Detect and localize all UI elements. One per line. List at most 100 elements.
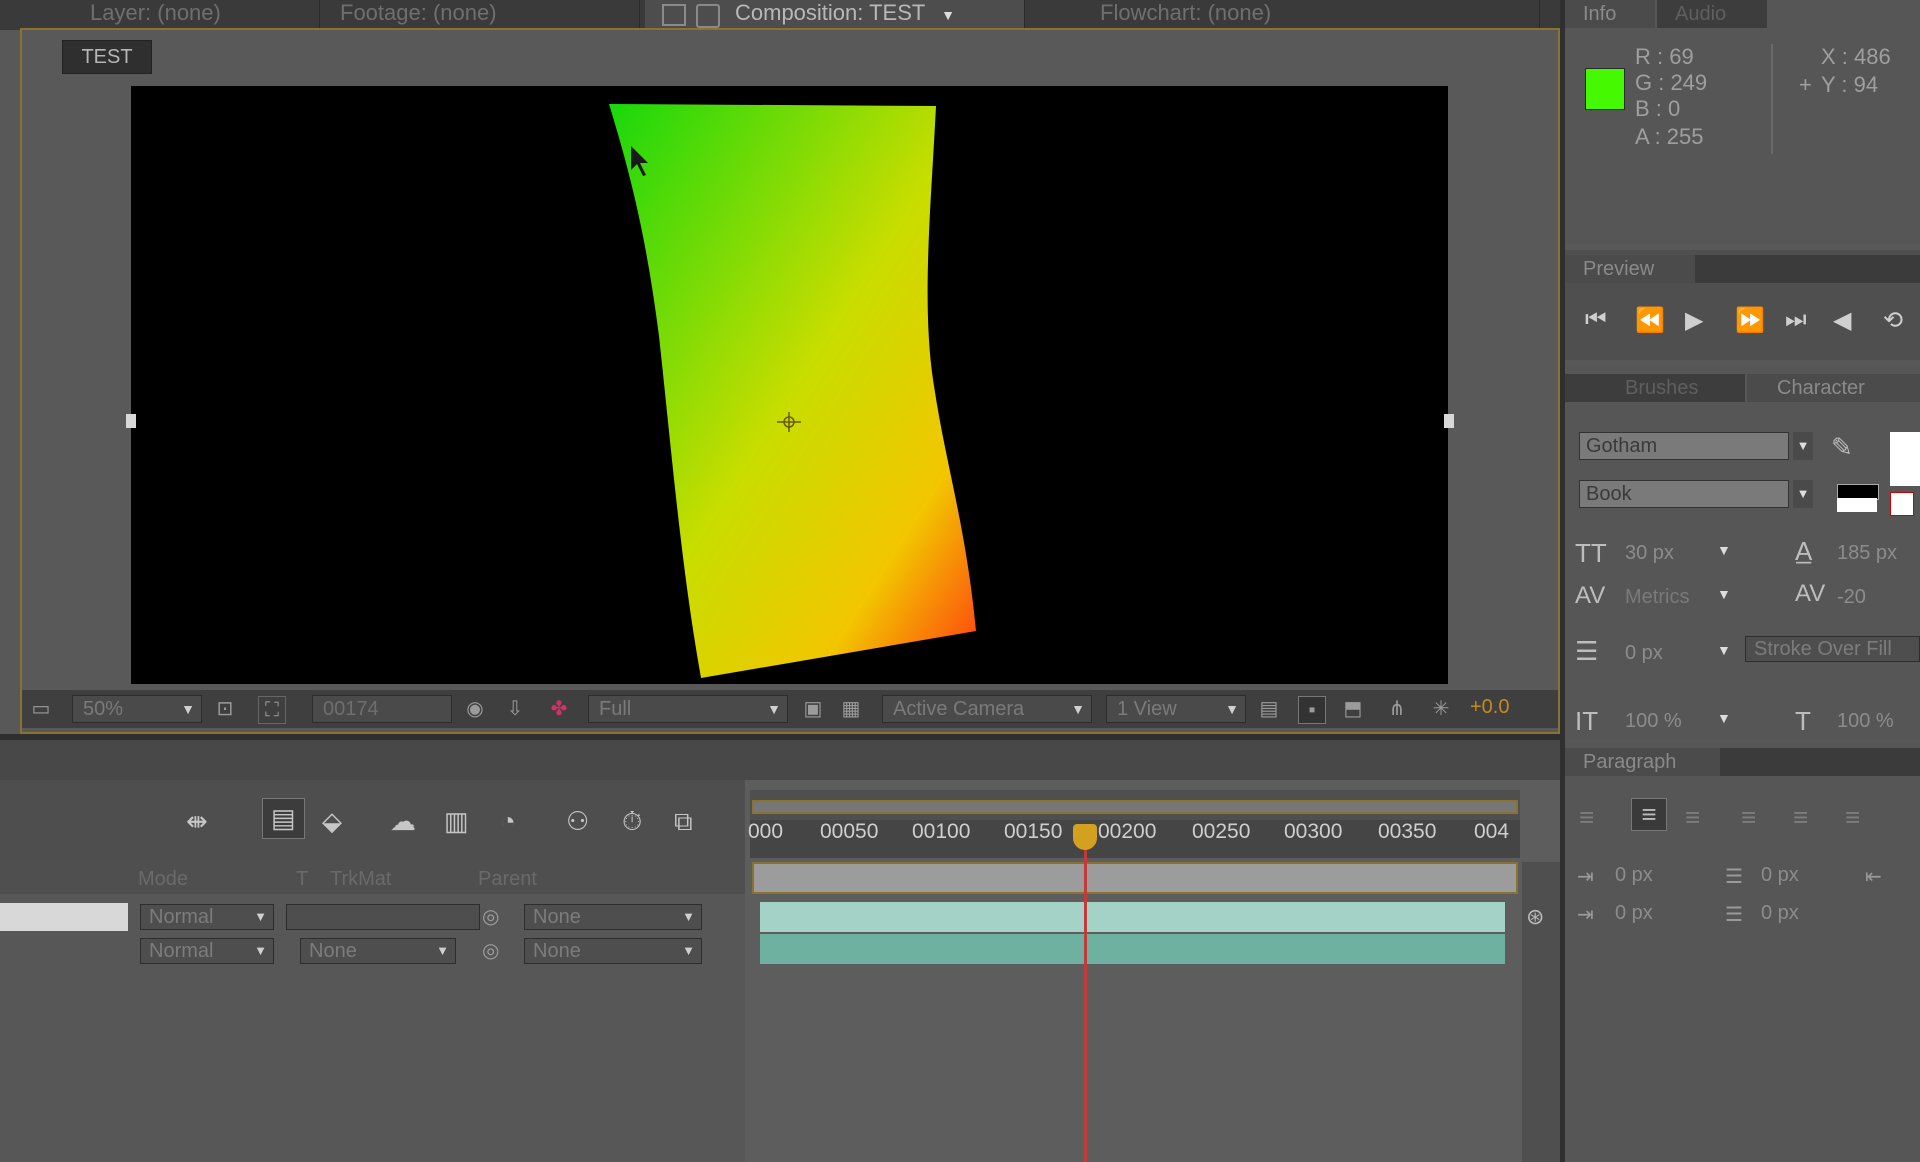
stroke-width-value[interactable]: 0 px [1625,642,1663,665]
transparency-grid-icon[interactable]: ▦ [838,696,864,722]
shy-layers-icon[interactable]: ☁ [390,806,416,837]
play-icon[interactable]: ▶ [1685,306,1703,335]
align-left-icon[interactable]: ≡ [1579,802,1594,833]
view-layout-dropdown[interactable]: 1 View ▼ [1106,695,1246,723]
flowchart-icon[interactable]: ▪ [1298,696,1326,724]
swap-colors-swatch[interactable] [1837,498,1877,512]
brainstorm-icon[interactable]: ⚇ [566,806,589,837]
chevron-down-icon[interactable]: ▼ [1717,542,1731,558]
tab-footage[interactable]: Footage: (none) [320,0,640,28]
layer-trkmat-dropdown[interactable] [286,904,480,930]
no-stroke-icon[interactable] [1890,492,1914,516]
comp-mini-flowchart-icon[interactable]: ⇼ [186,806,208,837]
tab-layer[interactable]: Layer: (none) [70,0,320,28]
last-frame-icon[interactable]: ⏭ [1785,306,1807,334]
first-frame-icon[interactable]: ⏮ [1585,306,1607,334]
timeline-icon[interactable]: ⬒ [1340,696,1366,722]
layer-parent-dropdown[interactable]: None ▼ [524,938,702,964]
exposure-value[interactable]: +0.0 [1470,696,1509,719]
comp-canvas[interactable] [131,86,1448,684]
zoom-dropdown[interactable]: 50% ▼ [72,695,202,723]
draft-3d-icon[interactable]: ⬙ [322,806,342,837]
time-navigator-bar[interactable] [752,800,1518,814]
horizontal-scale-value[interactable]: 100 % [1837,710,1894,733]
tab-info[interactable]: Info [1565,0,1655,28]
chevron-down-icon[interactable]: ▼ [1717,710,1731,726]
layer-mode-dropdown[interactable]: Normal ▼ [140,904,274,930]
exposure-reset-icon[interactable]: ✳ [1428,696,1454,722]
space-before-value[interactable]: 0 px [1761,864,1799,887]
motion-blur-icon[interactable]: ◔ [500,806,516,837]
font-size-value[interactable]: 30 px [1625,542,1674,565]
parent-pickwhip-icon[interactable]: ◎ [482,904,499,929]
justify-center-icon[interactable]: ≡ [1793,802,1808,833]
layer-parent-dropdown[interactable]: None ▼ [524,904,702,930]
show-snapshot-icon[interactable]: ⇩ [502,696,528,722]
graph-editor-icon[interactable]: ⧉ [674,806,693,838]
chevron-down-icon[interactable]: ▼ [1717,586,1731,602]
safe-margins-icon[interactable]: ⊡ [212,696,238,722]
layer-mode-dropdown[interactable]: Normal ▼ [140,938,274,964]
vertical-scale-value[interactable]: 100 % [1625,710,1682,733]
gradient-layer[interactable] [131,86,1448,684]
resolution-dropdown[interactable]: Full ▼ [588,695,788,723]
tracking-value[interactable]: -20 [1837,586,1866,609]
tab-paragraph[interactable]: Paragraph [1565,748,1720,776]
prev-frame-icon[interactable]: ⏪ [1635,306,1665,335]
fast-previews-icon[interactable]: ▣ [800,696,826,722]
eyedropper-icon[interactable]: ✎ [1831,432,1853,463]
mute-audio-icon[interactable]: ◀ [1833,306,1851,335]
camera-dropdown[interactable]: Active Camera ▼ [882,695,1092,723]
tab-audio[interactable]: Audio [1657,0,1767,28]
indent-left-value[interactable]: 0 px [1615,864,1653,887]
next-frame-icon[interactable]: ⏩ [1735,306,1765,335]
vertical-panel-divider[interactable] [1560,0,1565,1162]
lock-icon[interactable] [696,4,720,28]
font-family-field[interactable]: Gotham [1579,432,1789,460]
timecode-field[interactable]: 00174 [312,695,452,723]
auto-keyframe-icon[interactable]: ⏱ [622,806,642,838]
justify-right-icon[interactable]: ≡ [1845,802,1860,833]
chevron-down-icon[interactable]: ▼ [1793,480,1813,508]
align-right-icon[interactable]: ≡ [1685,802,1700,833]
layer-trkmat-dropdown[interactable]: None ▼ [300,938,456,964]
layer-name-field[interactable] [0,903,128,931]
always-preview-icon[interactable]: ▭ [28,696,54,722]
tab-character[interactable]: Character [1747,374,1920,402]
info-r: R : 69 [1635,44,1694,69]
comp-button-icon[interactable]: ⊛ [1526,904,1544,930]
color-channels-icon[interactable]: ✤ [546,696,572,722]
canvas-handle-right[interactable] [1444,414,1454,428]
font-style-field[interactable]: Book [1579,480,1789,508]
comp-flowchart-icon[interactable]: ⋔ [1384,696,1410,722]
current-time-indicator[interactable] [1084,828,1087,1162]
work-area-bar[interactable] [752,862,1518,894]
layer-duration-bar[interactable] [760,902,1505,932]
space-after-value[interactable]: 0 px [1761,902,1799,925]
playhead-marker-icon[interactable] [1073,824,1097,850]
chevron-down-icon[interactable]: ▼ [1793,432,1813,460]
parent-pickwhip-icon[interactable]: ◎ [482,938,499,963]
fill-color-swatch[interactable] [1890,432,1920,486]
layer-duration-bar[interactable] [760,934,1505,964]
region-of-interest-icon[interactable]: ⛶ [258,696,286,724]
kerning-value[interactable]: Metrics [1625,586,1689,609]
snapshot-icon[interactable]: ◉ [462,696,488,722]
chevron-down-icon[interactable]: ▼ [1717,642,1731,658]
stroke-type-dropdown[interactable]: Stroke Over Fill [1745,636,1920,662]
tab-flowchart[interactable]: Flowchart: (none) [1030,0,1540,28]
loop-icon[interactable]: ⟲ [1883,306,1903,335]
align-center-icon[interactable]: ≡ [1631,798,1667,831]
chevron-down-icon[interactable]: ▼ [941,7,955,23]
tab-brushes[interactable]: Brushes [1565,374,1745,402]
justify-left-icon[interactable]: ≡ [1741,802,1756,833]
tab-preview[interactable]: Preview [1565,255,1695,283]
info-x: X : 486 [1821,44,1891,69]
toggle-pixel-aspect-icon[interactable]: ▤ [1256,696,1282,722]
live-update-icon[interactable]: ▤ [262,798,305,839]
frame-blending-icon[interactable]: ▥ [444,806,469,837]
canvas-handle-left[interactable] [126,414,136,428]
info-b: B : 0 [1635,96,1681,121]
indent-first-value[interactable]: 0 px [1615,902,1653,925]
leading-value[interactable]: 185 px [1837,542,1897,565]
